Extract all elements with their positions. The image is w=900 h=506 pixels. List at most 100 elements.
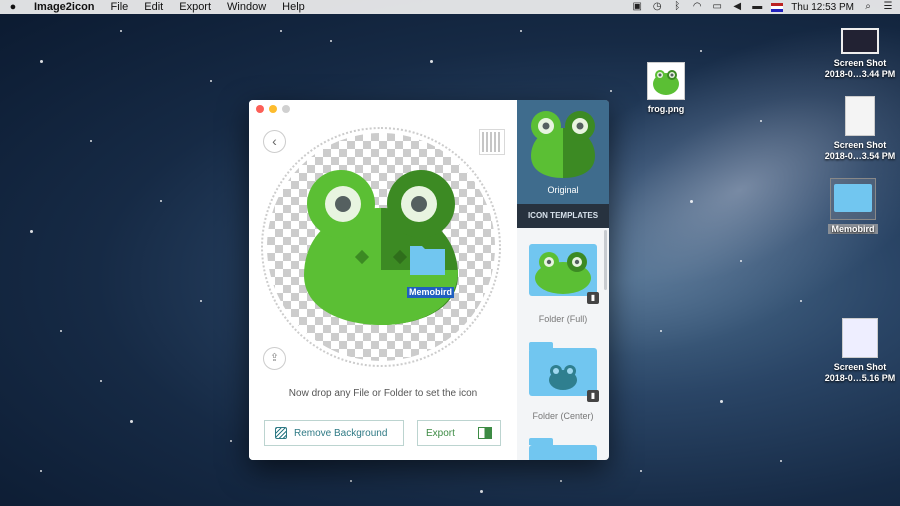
main-pane: Memobird ‹ ⇪ Now drop any File or Folder… [249,100,517,460]
qr-code-icon[interactable] [479,129,505,155]
star [430,60,433,63]
screenshot-thumbnail-icon [841,28,879,54]
star [230,440,232,442]
menu-clock[interactable]: Thu 12:53 PM [791,2,854,13]
star [720,400,723,403]
template-label: Folder (Full) [538,314,588,324]
menu-file[interactable]: File [103,1,137,13]
frog-template-icon [535,252,591,294]
lock-icon: ▮ [587,292,599,304]
airplay-icon[interactable]: ▭ [711,2,723,12]
folder-tab [529,438,553,445]
zoom-button[interactable] [282,105,290,113]
menu-bar: ● Image2icon File Edit Export Window Hel… [0,0,900,14]
template-label: Folder (Center) [532,411,594,421]
menu-help[interactable]: Help [274,1,313,13]
desktop-icon-screenshot-1[interactable]: Screen Shot 2018-0…3.44 PM [820,28,900,80]
star [800,300,802,302]
star [350,480,352,482]
template-folder-full[interactable]: ▮ [529,244,599,304]
traffic-lights [256,105,290,113]
export-label: Export [426,427,455,439]
desktop-icon-frog-png[interactable]: frog.png [626,62,706,115]
search-icon[interactable]: ⌕ [862,2,874,12]
original-item[interactable]: Original [517,100,609,204]
desktop-icon-label: Memobird [828,224,878,234]
folder-icon [830,178,876,220]
volume-icon[interactable]: ◀ [731,2,743,12]
remove-background-button[interactable]: Remove Background [264,420,404,446]
apple-icon[interactable]: ● [0,1,26,13]
menu-export[interactable]: Export [171,1,219,13]
export-button[interactable]: Export [417,420,501,446]
back-button[interactable]: ‹ [263,130,286,153]
desktop-icon-label: frog.png [647,104,685,114]
star [60,330,62,332]
star [90,140,92,142]
star [210,80,212,82]
frog-original-icon [531,111,595,178]
drop-instruction: Now drop any File or Folder to set the i… [288,388,478,399]
star [610,90,612,92]
memobird-badge: Memobird [407,287,455,298]
star [160,200,162,202]
export-icon [478,427,492,439]
star [40,60,43,63]
flag-icon[interactable] [771,2,784,12]
remove-background-label: Remove Background [294,427,388,439]
menu-extras: ▣ ◷ ᛒ ◠ ▭ ◀ ▬ Thu 12:53 PM ⌕ ☰ [631,0,894,14]
menu-window[interactable]: Window [219,1,274,13]
template-folder-partial[interactable] [529,438,597,460]
frog-png-icon [647,62,685,100]
chevron-left-icon: ‹ [272,133,277,149]
screenshot-thumbnail-icon [842,318,878,358]
bluetooth-icon[interactable]: ᛒ [671,2,683,12]
desktop-icon-label: Screen Shot 2018-0…3.54 PM [824,140,896,161]
frog-center-icon [549,365,577,390]
star [330,40,332,42]
star [760,120,762,122]
remove-background-icon [275,427,287,439]
star [660,330,662,332]
original-label: Original [547,185,579,195]
menu-app-name[interactable]: Image2icon [26,1,103,13]
star [740,260,742,262]
star [30,230,33,233]
star [120,30,122,32]
time-machine-icon[interactable]: ◷ [651,2,663,12]
wifi-icon[interactable]: ◠ [691,2,703,12]
star [40,470,42,472]
desktop-icon-memobird[interactable]: Memobird [813,178,893,235]
star [560,480,562,482]
desktop-icon-screenshot-2[interactable]: Screen Shot 2018-0…3.54 PM [820,96,900,162]
desktop-icon-label: Screen Shot 2018-0…5.16 PM [824,362,896,383]
template-sidebar: Original ICON TEMPLATES ▮ Folder (Full) [517,100,609,460]
star [780,460,782,462]
star [480,490,483,493]
star [690,200,693,203]
menu-edit[interactable]: Edit [136,1,171,13]
lock-icon: ▮ [587,390,599,402]
desktop-icon-label: Screen Shot 2018-0…3.44 PM [824,58,896,79]
folder-icon [529,445,597,460]
star [200,300,202,302]
icon-templates-header: ICON TEMPLATES [517,204,609,228]
star [280,30,282,32]
share-button[interactable]: ⇪ [263,347,286,370]
share-icon: ⇪ [269,352,280,364]
minimize-button[interactable] [269,105,277,113]
close-button[interactable] [256,105,264,113]
star [100,380,102,382]
desktop-icon-screenshot-3[interactable]: Screen Shot 2018-0…5.16 PM [820,318,900,384]
list-icon[interactable]: ☰ [882,2,894,12]
star [130,420,133,423]
battery-icon[interactable]: ▬ [751,2,763,12]
sidebar-scrollbar[interactable] [604,230,607,290]
star [640,470,642,472]
template-folder-center[interactable]: ▮ [529,342,599,402]
notification-icon[interactable]: ▣ [631,2,643,12]
star [700,50,702,52]
frog-mini-icon [653,70,679,95]
template-list: ▮ Folder (Full) ▮ Folder (Center) [517,228,609,460]
frog-preview-icon [304,170,458,325]
